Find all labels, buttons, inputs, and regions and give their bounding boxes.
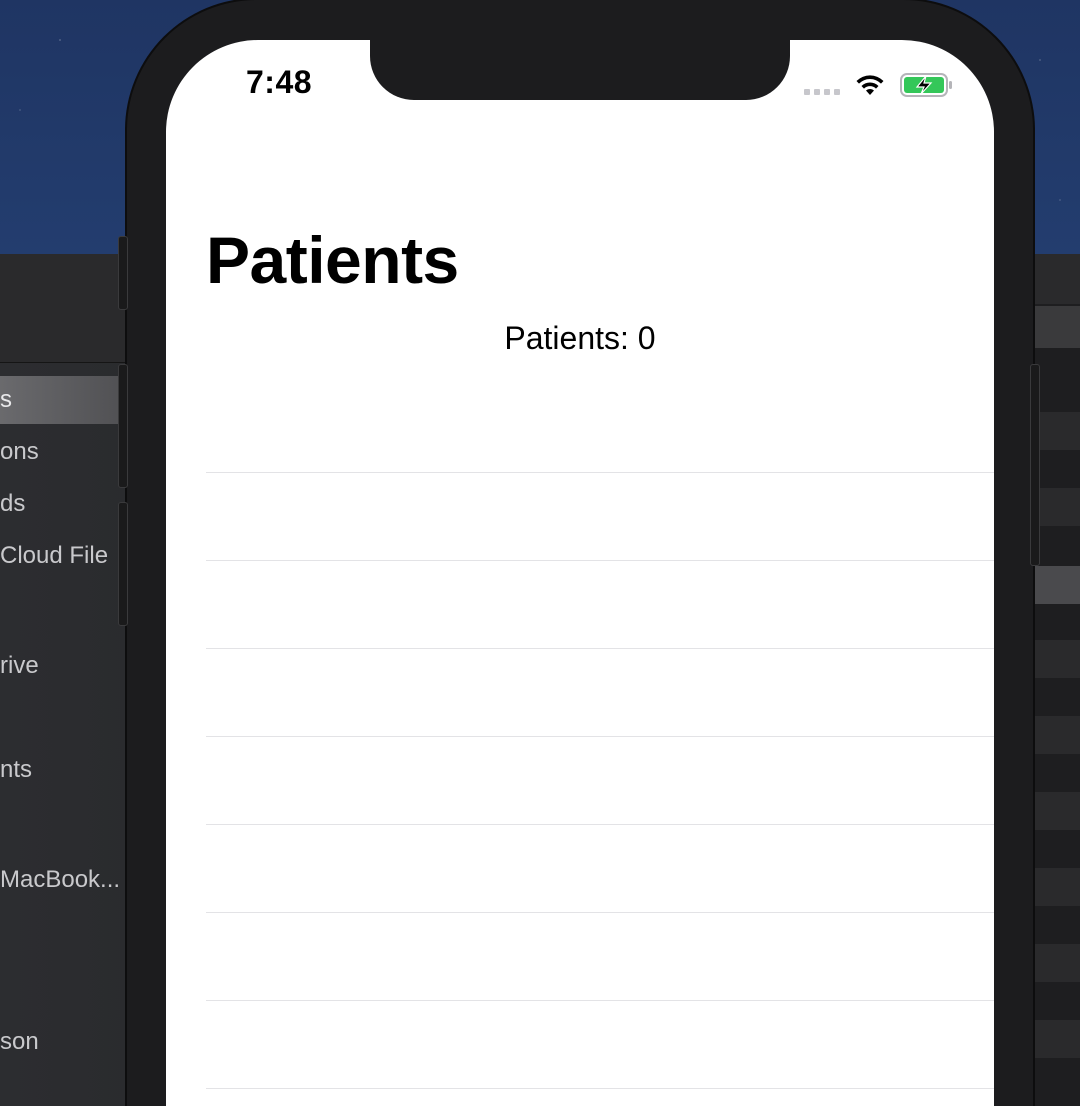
window-right-row — [1030, 944, 1080, 982]
volume-up-button — [118, 364, 128, 488]
wifi-icon — [856, 75, 884, 95]
window-right-header — [1030, 306, 1080, 348]
volume-down-button — [118, 502, 128, 626]
battery-charging-icon — [900, 73, 952, 97]
status-time: 7:48 — [246, 64, 313, 100]
window-right-row — [1030, 566, 1080, 604]
sidebar-item-6[interactable]: nts — [0, 746, 140, 794]
phone-screen: 7:48 Patients Patients: 0 — [166, 40, 994, 1106]
list-row-separator — [206, 472, 994, 473]
sidebar-item-label: ds — [0, 490, 26, 517]
window-right-row — [1030, 792, 1080, 830]
silent-switch — [118, 236, 128, 310]
power-button — [1030, 364, 1040, 566]
sidebar-item-8[interactable]: son — [0, 1018, 140, 1066]
patient-count-label: Patients: 0 — [504, 320, 656, 356]
sidebar-item-label: nts — [0, 756, 33, 783]
window-right-row — [1030, 1020, 1080, 1058]
list-row-separator — [206, 912, 994, 913]
window-right-row — [1030, 640, 1080, 678]
sidebar-item-label: ons — [0, 438, 39, 465]
sidebar-item-label: Cloud File — [0, 542, 109, 569]
sidebar-item-7[interactable]: MacBook... — [0, 856, 140, 904]
list-row-separator — [206, 736, 994, 737]
sidebar-item-label: son — [0, 1028, 39, 1055]
sidebar-item-label: rive — [0, 652, 39, 679]
sidebar-item-label: s — [0, 386, 12, 413]
list-row-separator — [206, 824, 994, 825]
sidebar-item-5[interactable]: rive — [0, 642, 140, 690]
window-right-row — [1030, 716, 1080, 754]
page-title: Patients — [206, 223, 459, 297]
window-right-row — [1030, 868, 1080, 906]
list-row-separator — [206, 1088, 994, 1089]
window-right-toolbar — [1030, 254, 1080, 304]
desktop: s ons ds Cloud File rive nts MacBook... … — [0, 0, 1080, 1106]
list-row-separator — [206, 1000, 994, 1001]
list-row-separator — [206, 560, 994, 561]
cellular-signal-icon — [804, 75, 840, 95]
sidebar-item-label: MacBook... — [0, 866, 121, 893]
list-row-separator — [206, 648, 994, 649]
notch — [370, 40, 790, 100]
status-icons — [804, 70, 954, 100]
